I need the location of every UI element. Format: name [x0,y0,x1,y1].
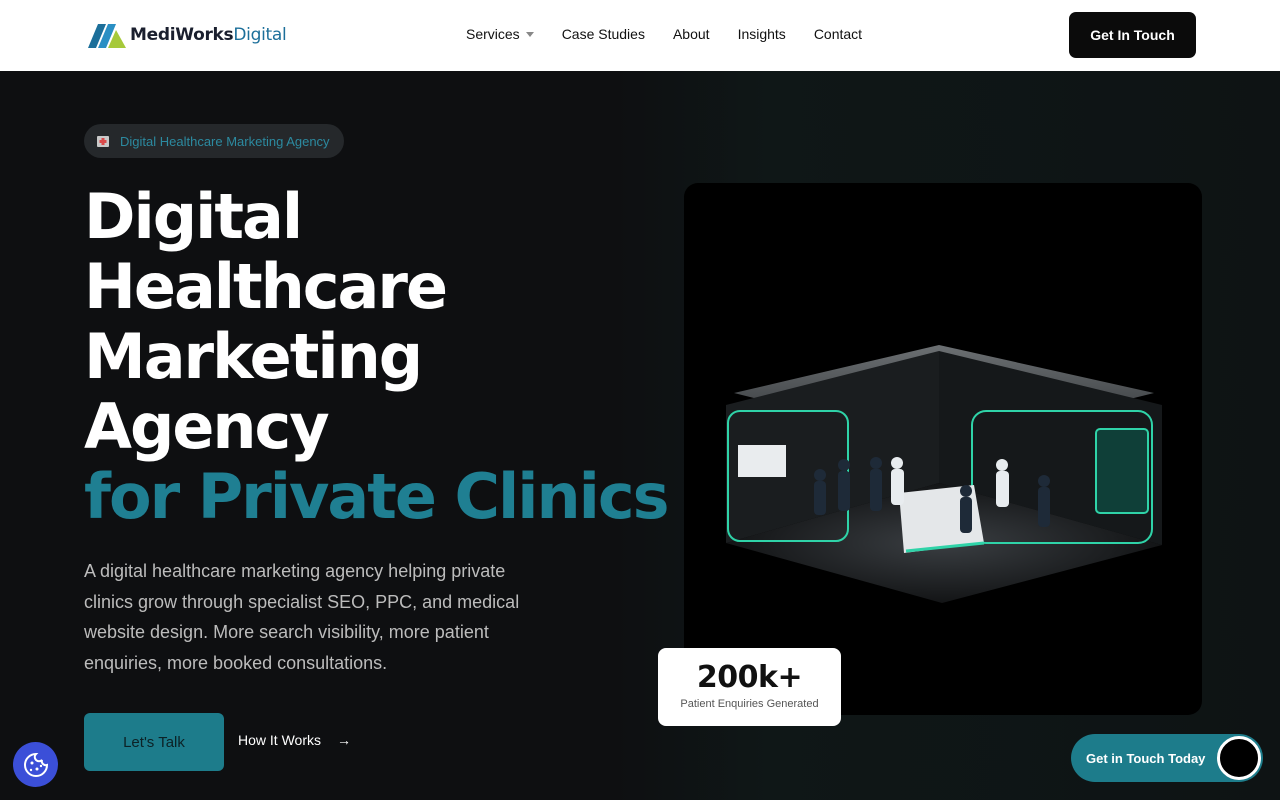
how-it-works-link[interactable]: How It Works → [238,732,351,748]
arrow-right-icon: → [336,732,351,748]
nav-item-about[interactable]: About [673,26,710,42]
chevron-down-icon [525,31,534,37]
nav-item-services[interactable]: Services [466,26,534,42]
avatar [1217,736,1261,780]
main-nav: Services Case Studies About Insights Con… [466,26,890,42]
logo[interactable]: MediWorksDigital [88,22,287,48]
cookie-icon [23,752,48,777]
nav-item-insights[interactable]: Insights [738,26,786,42]
cookie-settings-button[interactable] [13,742,58,787]
floating-cta-label: Get in Touch Today [1086,750,1206,766]
hero-badge-label: Digital Healthcare Marketing Agency [120,133,330,149]
site-header: MediWorksDigital Services Case Studies A… [0,0,1280,71]
stat-value: 200k+ [696,660,803,695]
headline-line: Agency [84,390,330,463]
nav-item-case-studies[interactable]: Case Studies [562,26,645,42]
logo-text: MediWorksDigital [130,25,287,45]
lets-talk-button[interactable]: Let's Talk [84,713,224,771]
nav-item-contact[interactable]: Contact [814,26,862,42]
logo-mark-icon [88,24,126,48]
hero-description: A digital healthcare marketing agency he… [84,561,520,673]
headline-line: Digital [84,180,303,253]
headline-accent: for Private Clinics [84,460,670,533]
headline-line: Marketing [84,320,423,393]
hospital-icon [97,136,109,147]
hero-headline: Digital Healthcare Marketing Agency for … [84,180,670,533]
clinic-illustration [726,345,1162,603]
stat-label: Patient Enquiries Generated [680,698,819,710]
get-in-touch-button[interactable]: Get In Touch [1069,12,1196,58]
stat-card: 200k+ Patient Enquiries Generated [658,648,841,726]
floating-get-in-touch-button[interactable]: Get in Touch Today [1071,734,1263,782]
headline-line: Healthcare [84,250,448,323]
hero-clinic-image [684,183,1202,715]
hero-badge: Digital Healthcare Marketing Agency [84,124,344,158]
